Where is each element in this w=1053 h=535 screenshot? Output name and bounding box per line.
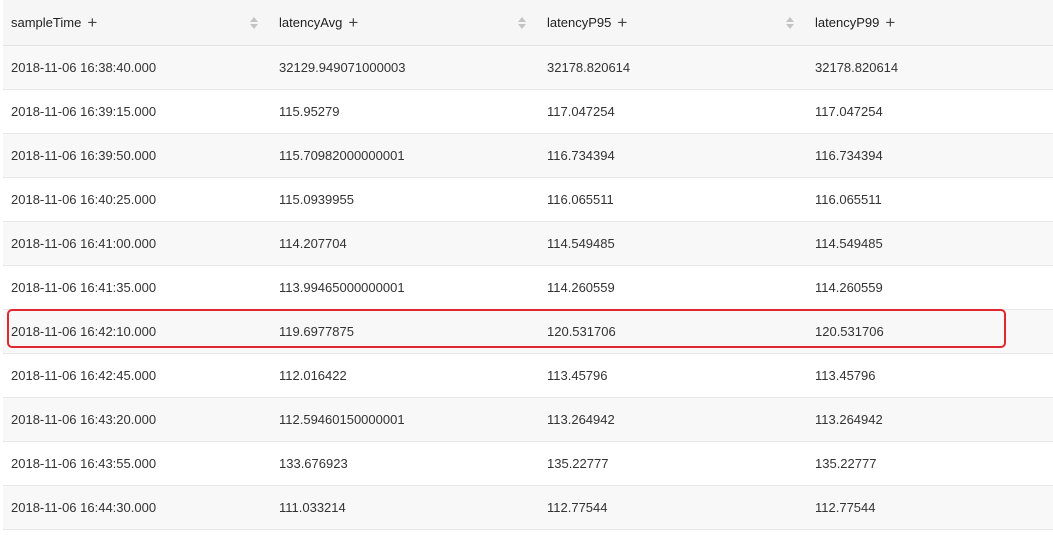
cell-latencyp99: 114.260559 bbox=[815, 280, 883, 295]
cell-sampletime: 2018-11-06 16:43:20.000 bbox=[11, 412, 157, 427]
cell-sampletime: 2018-11-06 16:38:40.000 bbox=[11, 60, 157, 75]
plus-icon[interactable]: + bbox=[348, 14, 358, 31]
cell-latencyavg: 112.59460150000001 bbox=[279, 412, 405, 427]
cell-latencyp95: 116.065511 bbox=[547, 192, 614, 207]
cell-latencyavg: 119.6977875 bbox=[279, 324, 354, 339]
cell-latencyp95: 120.531706 bbox=[547, 324, 616, 339]
table-row[interactable]: 2018-11-06 16:42:45.000 112.016422 113.457… bbox=[3, 354, 1053, 398]
cell-sampletime: 2018-11-06 16:41:00.000 bbox=[11, 236, 157, 251]
table-row[interactable]: 2018-11-06 16:42:10.000 119.6977875 120.53… bbox=[3, 310, 1053, 354]
cell-latencyp95: 114.260559 bbox=[547, 280, 615, 295]
table-header: sampleTime + latencyAvg + latencyP95 + l… bbox=[3, 0, 1053, 46]
cell-latencyavg: 115.95279 bbox=[279, 104, 340, 119]
cell-latencyp95: 135.22777 bbox=[547, 456, 609, 471]
cell-latencyp99: 114.549485 bbox=[815, 236, 883, 251]
cell-sampletime: 2018-11-06 16:39:15.000 bbox=[11, 104, 157, 119]
column-header-latencyp95[interactable]: latencyP95 + bbox=[547, 0, 627, 45]
cell-sampletime: 2018-11-06 16:39:50.000 bbox=[11, 148, 157, 163]
sort-icon[interactable] bbox=[786, 0, 794, 45]
cell-latencyp95: 116.734394 bbox=[547, 148, 615, 163]
cell-latencyp95: 32178.820614 bbox=[547, 60, 631, 75]
column-header-label: latencyP99 bbox=[815, 15, 880, 30]
cell-latencyp99: 32178.820614 bbox=[815, 60, 899, 75]
cell-latencyp99: 135.22777 bbox=[815, 456, 877, 471]
table-row[interactable]: 2018-11-06 16:39:50.000 115.7098200000000… bbox=[3, 134, 1053, 178]
table-body: 2018-11-06 16:38:40.000 32129.94907100000… bbox=[3, 46, 1053, 530]
cell-latencyavg: 115.70982000000001 bbox=[279, 148, 405, 163]
cell-latencyp95: 112.77544 bbox=[547, 500, 608, 515]
column-header-latencyavg[interactable]: latencyAvg + bbox=[279, 0, 358, 45]
table-row[interactable]: 2018-11-06 16:40:25.000 115.0939955 116.06… bbox=[3, 178, 1053, 222]
cell-latencyp95: 113.45796 bbox=[547, 368, 608, 383]
column-header-label: latencyAvg bbox=[279, 15, 343, 30]
column-header-label: sampleTime bbox=[11, 15, 82, 30]
cell-latencyp99: 120.531706 bbox=[815, 324, 884, 339]
cell-latencyavg: 133.676923 bbox=[279, 456, 348, 471]
table-row[interactable]: 2018-11-06 16:43:20.000 112.5946015000000… bbox=[3, 398, 1053, 442]
data-table: sampleTime + latencyAvg + latencyP95 + l… bbox=[3, 0, 1053, 530]
plus-icon[interactable]: + bbox=[617, 14, 627, 31]
table-row[interactable]: 2018-11-06 16:43:55.000 133.676923 135.227… bbox=[3, 442, 1053, 486]
cell-latencyavg: 111.033214 bbox=[279, 500, 346, 515]
table-row[interactable]: 2018-11-06 16:44:30.000 111.033214 112.775… bbox=[3, 486, 1053, 530]
cell-latencyp95: 113.264942 bbox=[547, 412, 615, 427]
cell-latencyp99: 116.065511 bbox=[815, 192, 882, 207]
cell-latencyavg: 112.016422 bbox=[279, 368, 347, 383]
plus-icon[interactable]: + bbox=[885, 14, 895, 31]
plus-icon[interactable]: + bbox=[87, 14, 97, 31]
cell-latencyp95: 114.549485 bbox=[547, 236, 615, 251]
cell-latencyavg: 114.207704 bbox=[279, 236, 347, 251]
sort-icon[interactable] bbox=[518, 0, 526, 45]
cell-sampletime: 2018-11-06 16:43:55.000 bbox=[11, 456, 157, 471]
column-header-sampletime[interactable]: sampleTime + bbox=[11, 0, 97, 45]
cell-latencyp99: 117.047254 bbox=[815, 104, 883, 119]
table-row[interactable]: 2018-11-06 16:41:00.000 114.207704 114.549… bbox=[3, 222, 1053, 266]
cell-latencyp95: 117.047254 bbox=[547, 104, 615, 119]
cell-latencyp99: 112.77544 bbox=[815, 500, 876, 515]
cell-sampletime: 2018-11-06 16:40:25.000 bbox=[11, 192, 157, 207]
cell-latencyp99: 116.734394 bbox=[815, 148, 883, 163]
table-row[interactable]: 2018-11-06 16:41:35.000 113.9946500000000… bbox=[3, 266, 1053, 310]
cell-latencyavg: 32129.949071000003 bbox=[279, 60, 406, 75]
cell-sampletime: 2018-11-06 16:42:45.000 bbox=[11, 368, 157, 383]
table-row[interactable]: 2018-11-06 16:38:40.000 32129.94907100000… bbox=[3, 46, 1053, 90]
cell-latencyavg: 113.99465000000001 bbox=[279, 280, 405, 295]
cell-latencyp99: 113.45796 bbox=[815, 368, 876, 383]
column-header-label: latencyP95 bbox=[547, 15, 612, 30]
cell-sampletime: 2018-11-06 16:41:35.000 bbox=[11, 280, 157, 295]
table-row[interactable]: 2018-11-06 16:39:15.000 115.95279 117.0472… bbox=[3, 90, 1053, 134]
sort-icon[interactable] bbox=[250, 0, 258, 45]
cell-sampletime: 2018-11-06 16:44:30.000 bbox=[11, 500, 157, 515]
cell-latencyavg: 115.0939955 bbox=[279, 192, 354, 207]
cell-latencyp99: 113.264942 bbox=[815, 412, 883, 427]
column-header-latencyp99[interactable]: latencyP99 + bbox=[815, 0, 895, 45]
cell-sampletime: 2018-11-06 16:42:10.000 bbox=[11, 324, 157, 339]
